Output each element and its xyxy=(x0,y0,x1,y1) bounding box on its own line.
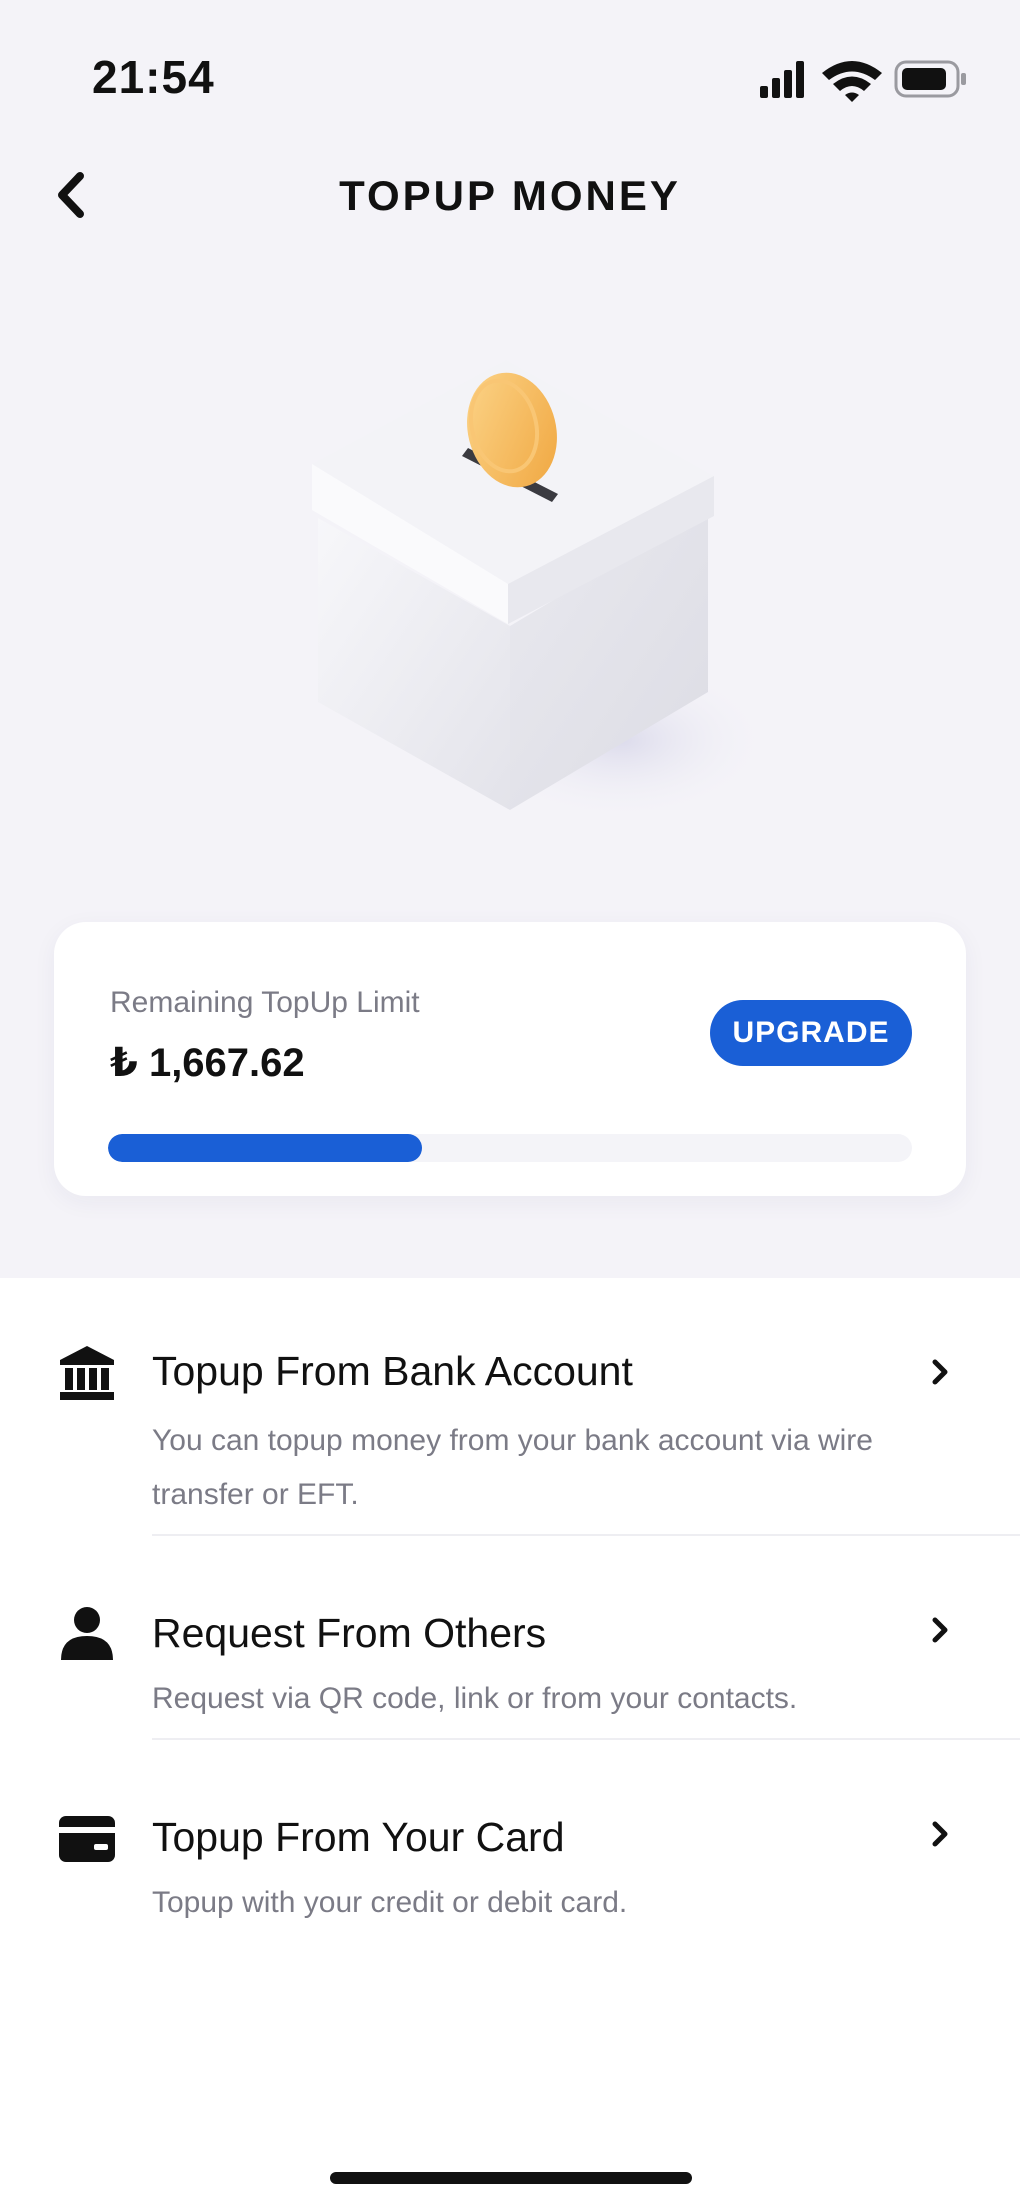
topup-limit-card: Remaining TopUp Limit ₺ 1,667.62 UPGRADE xyxy=(54,922,966,1196)
limit-label: Remaining TopUp Limit xyxy=(110,986,420,1019)
divider xyxy=(152,1738,1020,1740)
option-description: Request via QR code, link or from your c… xyxy=(152,1682,798,1715)
home-indicator xyxy=(330,2172,692,2184)
top-area: 21:54 TOPUP MONEY Remaining TopUp Limit … xyxy=(0,0,1020,1278)
option-request-from-others[interactable]: Request From Others Request via QR code,… xyxy=(0,1562,1020,1738)
option-card-topup[interactable]: Topup From Your Card Topup with your cre… xyxy=(0,1766,1020,1946)
limit-progress-fill xyxy=(108,1134,422,1162)
option-title: Topup From Your Card xyxy=(152,1814,565,1860)
page-title: TOPUP MONEY xyxy=(339,172,681,219)
upgrade-button[interactable]: UPGRADE xyxy=(710,1000,912,1066)
topup-money-screen: 21:54 TOPUP MONEY Remaining TopUp Limit … xyxy=(0,0,1020,2208)
chevron-right-icon xyxy=(932,1359,948,1385)
coin-box-icon xyxy=(312,360,760,820)
bank-icon xyxy=(60,1346,114,1400)
option-title: Topup From Bank Account xyxy=(152,1348,633,1394)
person-icon xyxy=(61,1607,113,1660)
chevron-right-icon xyxy=(932,1617,948,1643)
option-description: You can topup money from your bank accou… xyxy=(152,1424,873,1511)
cellular-signal-icon xyxy=(760,61,804,98)
option-title: Request From Others xyxy=(152,1610,547,1656)
divider xyxy=(152,1534,1020,1536)
battery-icon xyxy=(894,60,966,98)
chevron-right-icon xyxy=(932,1821,948,1847)
status-icons xyxy=(760,60,966,102)
limit-progress-bar xyxy=(108,1134,912,1162)
status-time: 21:54 xyxy=(92,51,215,103)
limit-amount: ₺ 1,667.62 xyxy=(110,1041,305,1085)
option-description: Topup with your credit or debit card. xyxy=(152,1886,628,1919)
wifi-icon xyxy=(822,61,882,102)
credit-card-icon xyxy=(59,1816,115,1862)
option-bank-account[interactable]: Topup From Bank Account You can topup mo… xyxy=(0,1300,1020,1536)
